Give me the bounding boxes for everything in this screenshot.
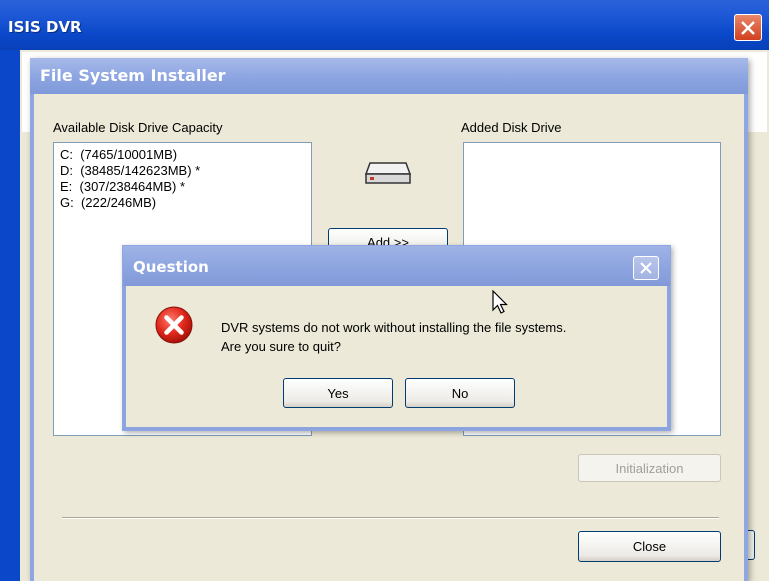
list-item[interactable]: E: (307/238464MB) * (54, 179, 311, 195)
question-border-left (123, 286, 126, 430)
close-button[interactable]: Close (578, 531, 721, 562)
outer-window-border (0, 50, 20, 581)
installer-title: File System Installer (40, 66, 226, 85)
question-message: DVR systems do not work without installi… (221, 318, 566, 356)
no-button[interactable]: No (405, 378, 515, 408)
error-icon (155, 306, 193, 344)
question-title: Question (133, 258, 209, 276)
initialization-button[interactable]: Initialization (578, 454, 721, 482)
question-message-line2: Are you sure to quit? (221, 339, 341, 354)
mouse-cursor-icon (492, 290, 508, 314)
close-icon (741, 21, 755, 35)
added-drives-label: Added Disk Drive (461, 120, 562, 135)
installer-titlebar: File System Installer (30, 58, 748, 94)
list-item[interactable]: G: (222/246MB) (54, 195, 311, 211)
yes-button[interactable]: Yes (283, 378, 393, 408)
question-close-button[interactable] (633, 256, 659, 280)
outer-close-button[interactable] (734, 14, 762, 41)
list-item[interactable]: D: (38485/142623MB) * (54, 163, 311, 179)
installer-border-right (744, 94, 748, 581)
outer-titlebar: ISIS DVR (0, 0, 769, 50)
question-titlebar: Question (123, 246, 670, 286)
list-item[interactable]: C: (7465/10001MB) (54, 147, 311, 163)
question-border-bottom (123, 427, 670, 430)
available-drives-label: Available Disk Drive Capacity (53, 120, 223, 135)
question-message-line1: DVR systems do not work without installi… (221, 320, 567, 335)
outer-window-title: ISIS DVR (8, 18, 82, 36)
installer-border-left (30, 94, 34, 581)
separator (62, 517, 719, 519)
hard-drive-icon (364, 162, 412, 184)
close-icon (640, 262, 652, 274)
question-dialog: Question DVR systems do not work without… (122, 245, 671, 431)
question-border-right (667, 286, 670, 430)
